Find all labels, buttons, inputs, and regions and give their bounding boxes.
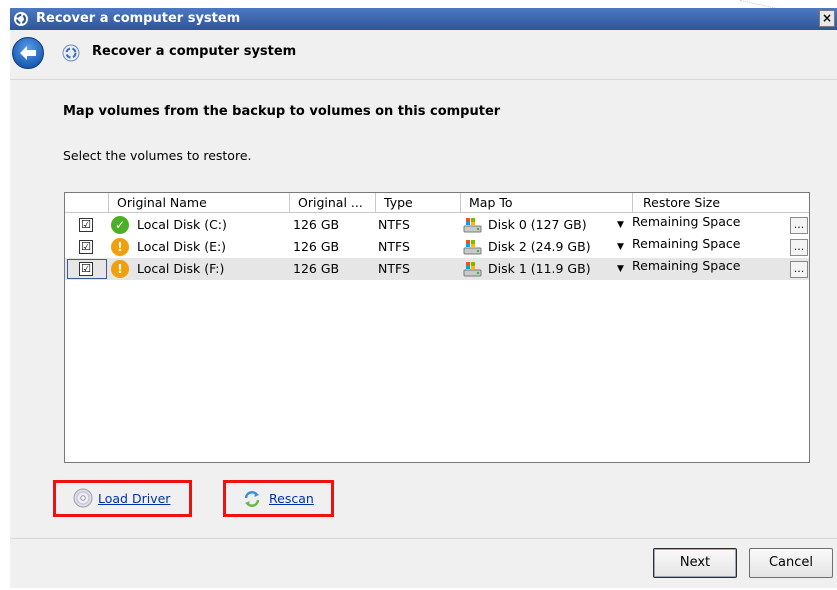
column-header-map-to[interactable]: Map To (461, 193, 633, 213)
restore-size-value: Remaining Space (632, 236, 741, 251)
restore-size-value: Remaining Space (632, 214, 741, 229)
title-bar: Recover a computer system × (10, 8, 837, 30)
table-row[interactable]: ☑ ! Local Disk (F:) 126 GB NTFS Disk 1 (… (65, 258, 809, 280)
recovery-wizard-icon (62, 44, 80, 62)
column-header-original-name[interactable]: Original Name (109, 193, 290, 213)
load-driver-link[interactable]: Load Driver (98, 491, 170, 506)
column-header-original-size[interactable]: Original ... (290, 193, 376, 213)
filesystem-type: NTFS (378, 239, 410, 254)
restore-size-options-button[interactable]: ... (790, 261, 808, 278)
volume-name: Local Disk (F:) (137, 261, 225, 276)
wizard-header: Recover a computer system (10, 30, 837, 80)
wizard-title: Recover a computer system (92, 44, 297, 59)
back-button[interactable] (12, 37, 44, 69)
column-header-type[interactable]: Type (376, 193, 461, 213)
row-checkbox[interactable]: ☑ (79, 218, 93, 232)
refresh-icon (244, 491, 260, 507)
map-to-select[interactable]: Disk 0 (127 GB) (488, 214, 587, 236)
row-checkbox[interactable]: ☑ (79, 262, 93, 276)
recovery-window: Recover a computer system × Recover a co… (10, 8, 837, 588)
filesystem-type: NTFS (378, 217, 410, 232)
column-header-restore-size[interactable]: Restore Size (633, 193, 809, 213)
restore-size-value: Remaining Space (632, 258, 741, 273)
chevron-down-icon[interactable]: ▼ (617, 236, 624, 258)
chevron-down-icon[interactable]: ▼ (617, 258, 624, 280)
cd-icon (73, 488, 93, 508)
original-size: 126 GB (293, 239, 340, 254)
grid-header: Original Name Original ... Type Map To R… (65, 193, 809, 213)
disk-drive-icon (463, 240, 482, 255)
warning-circle-icon: ! (111, 238, 129, 256)
warning-circle-icon: ! (111, 260, 129, 278)
volume-grid[interactable]: Original Name Original ... Type Map To R… (64, 192, 810, 463)
restore-size-options-button[interactable]: ... (790, 217, 808, 234)
column-header-select[interactable] (65, 193, 109, 213)
disk-drive-icon (463, 218, 482, 233)
check-circle-icon: ✓ (111, 216, 129, 234)
original-size: 126 GB (293, 217, 340, 232)
disk-drive-icon (463, 262, 482, 277)
next-button[interactable]: Next (653, 548, 737, 578)
row-checkbox[interactable]: ☑ (79, 240, 93, 254)
rescan-link[interactable]: Rescan (269, 491, 314, 506)
page-heading: Map volumes from the backup to volumes o… (63, 104, 501, 119)
volume-name: Local Disk (E:) (137, 239, 227, 254)
chevron-down-icon[interactable]: ▼ (617, 214, 624, 236)
window-title: Recover a computer system (36, 11, 241, 26)
filesystem-type: NTFS (378, 261, 410, 276)
map-to-select[interactable]: Disk 2 (24.9 GB) (488, 236, 591, 258)
wizard-content: Map volumes from the backup to volumes o… (10, 80, 837, 538)
restore-size-options-button[interactable]: ... (790, 239, 808, 256)
back-arrow-icon (20, 46, 36, 60)
map-to-select[interactable]: Disk 1 (11.9 GB) (488, 258, 591, 280)
original-size: 126 GB (293, 261, 340, 276)
volume-name: Local Disk (C:) (137, 217, 227, 232)
wizard-footer: Next Cancel (10, 538, 837, 588)
recovery-icon (14, 12, 28, 26)
cancel-button[interactable]: Cancel (749, 548, 833, 578)
instruction-text: Select the volumes to restore. (63, 148, 252, 163)
close-button[interactable]: × (819, 10, 835, 27)
